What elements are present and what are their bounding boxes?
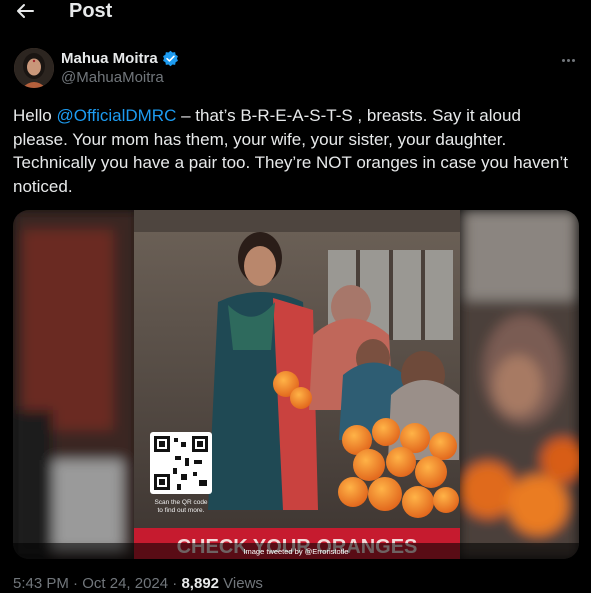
back-arrow-icon xyxy=(17,4,34,18)
back-button[interactable] xyxy=(10,0,40,26)
more-dots-icon xyxy=(561,58,565,62)
meta-separator: · xyxy=(168,575,182,592)
top-bar: Post xyxy=(0,0,591,28)
views-count: 8,892 xyxy=(181,575,220,592)
avatar[interactable] xyxy=(14,48,54,88)
media-illustration: Scan the QR code to find out more. CHECK… xyxy=(13,210,579,559)
author-row: Mahua Moitra @MahuaMoitra xyxy=(14,48,584,90)
author-name-text: Mahua Moitra xyxy=(61,50,158,67)
verified-badge-icon xyxy=(162,50,178,67)
qr-caption-line-1: Scan the QR code xyxy=(154,499,207,506)
meta-separator: · xyxy=(68,575,83,592)
qr-caption-line-2: to find out more. xyxy=(158,507,205,514)
post-time[interactable]: 5:43 PM xyxy=(13,575,69,592)
image-credit: Image tweeted by @Erroristotle xyxy=(243,547,348,556)
views-label: Views xyxy=(219,575,263,592)
author-handle[interactable]: @MahuaMoitra xyxy=(61,69,164,86)
tweet-media-image[interactable]: Scan the QR code to find out more. CHECK… xyxy=(13,210,579,559)
tweet-greeting: Hello xyxy=(13,106,57,125)
page-title: Post xyxy=(69,0,113,22)
more-options-button[interactable] xyxy=(556,50,580,70)
tweet-meta: 5:43 PM · Oct 24, 2024 · 8,892 Views xyxy=(13,575,263,592)
mention-link[interactable]: @OfficialDMRC xyxy=(56,106,176,125)
tweet-text: Hello @OfficialDMRC – that’s B-R-E-A-S-T… xyxy=(13,104,573,198)
author-name[interactable]: Mahua Moitra xyxy=(61,50,179,67)
post-date[interactable]: Oct 24, 2024 xyxy=(82,575,168,592)
qr-code xyxy=(150,432,212,494)
